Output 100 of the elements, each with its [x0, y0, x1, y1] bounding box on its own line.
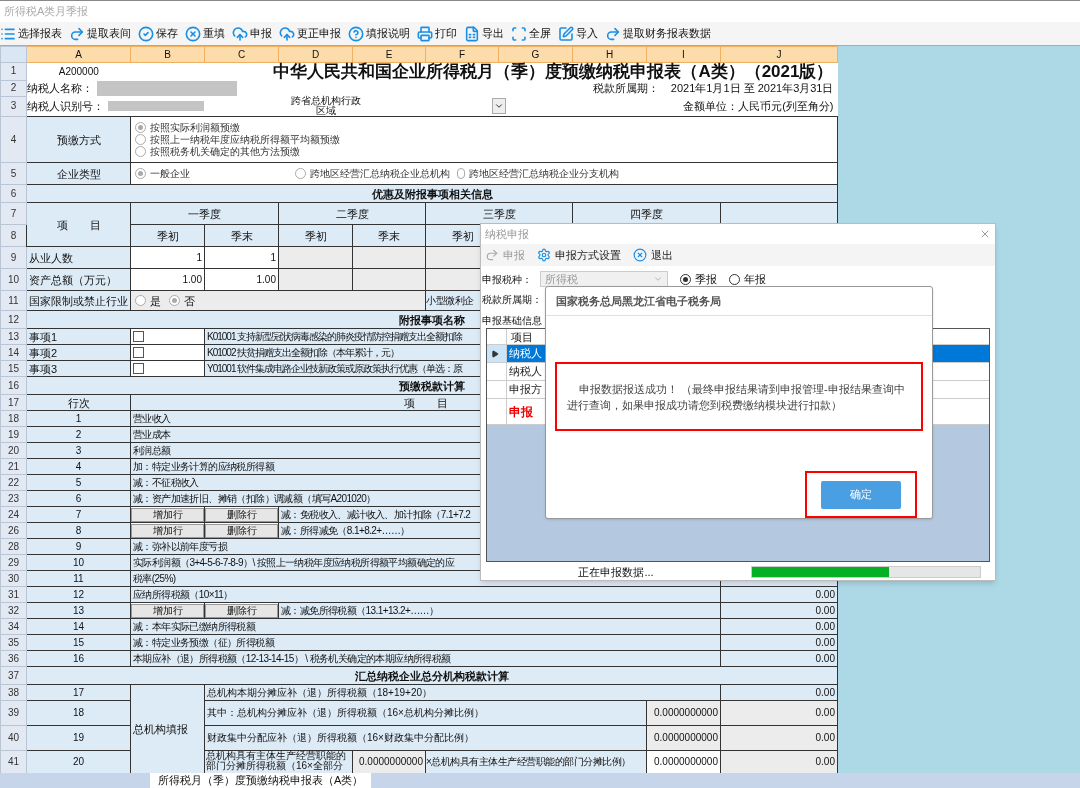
toolbar-button[interactable]: 提取表间 — [69, 25, 131, 42]
toolbar-button[interactable]: 退出 — [633, 246, 673, 264]
radio-button[interactable]: 跨地区经营汇总纳税企业分支机构 — [457, 167, 619, 180]
radio-button[interactable]: 跨地区经营汇总纳税企业总机构 — [295, 167, 457, 180]
toolbar-icon — [464, 25, 480, 42]
toolbar-icon — [605, 25, 621, 42]
row-number: 11 — [0, 290, 27, 311]
row-number: 40 — [0, 725, 27, 751]
toolbar-icon — [558, 25, 574, 42]
checkbox[interactable] — [133, 331, 144, 342]
radio-button[interactable]: 否 — [169, 294, 195, 307]
toolbar-icon — [348, 25, 364, 42]
row-number: 4 — [0, 116, 27, 163]
column-header: 一季度 — [130, 202, 279, 225]
row-number: 5 — [0, 162, 27, 185]
toolbar-button[interactable]: 提取财务报表数据 — [605, 25, 711, 42]
amount-cell: 0.00 — [720, 700, 838, 726]
column-letter: G — [498, 46, 573, 63]
unit-label: 金额单位：人民币元(列至角分) — [683, 100, 835, 112]
row-pointer-icon — [491, 349, 499, 358]
column-letter: J — [720, 46, 838, 63]
form-title: 中华人民共和国企业所得税月（季）度预缴纳税申报表（A类）（2021版） — [130, 62, 838, 80]
row-button[interactable]: 删除行 — [205, 507, 278, 522]
row-label: 预缴方式 — [26, 116, 131, 163]
chevron-down-icon — [653, 274, 663, 284]
period-value: 2021年1月1日 至 2021年3月31日 — [670, 82, 835, 94]
toolbar-icon — [232, 25, 248, 42]
row-button[interactable]: 删除行 — [205, 603, 278, 618]
form-code: A200000 — [26, 62, 131, 80]
toolbar-icon — [511, 25, 527, 42]
column-header: 项目 — [510, 330, 533, 344]
line-item: 财政集中分配应补（退）所得税额（16×财政集中分配比例） — [204, 725, 647, 751]
field-label: 跨省总机构行政区域 — [290, 96, 362, 116]
line-item: ×总机构具有主体生产经营职能的部门分摊比例） — [425, 750, 647, 774]
toolbar-icon — [69, 25, 85, 42]
field-label: 申报税种： — [482, 272, 532, 287]
tab[interactable]: 申报基础信息 — [481, 313, 542, 328]
checkbox[interactable] — [133, 363, 144, 374]
row-number: 10 — [0, 268, 27, 291]
column-header: 四季度 — [572, 202, 721, 225]
toolbar-icon — [185, 25, 201, 42]
row-button[interactable]: 增加行 — [131, 507, 204, 522]
close-circle-icon — [633, 248, 647, 262]
toolbar-icon — [138, 25, 154, 42]
toolbar-icon — [417, 25, 433, 42]
row-number: 41 — [0, 750, 27, 774]
gear-icon — [537, 248, 551, 262]
close-icon[interactable] — [979, 228, 991, 240]
line-item: 其中：总机构分摊应补（退）所得税额（16×总机构分摊比例） — [204, 700, 647, 726]
radio-button[interactable]: 季报 — [680, 270, 717, 288]
toolbar-button[interactable]: 填报说明 — [348, 25, 410, 42]
window-title: 所得税A类月季报 — [4, 4, 89, 20]
row-button[interactable]: 增加行 — [131, 523, 204, 538]
column-header: 二季度 — [278, 202, 426, 225]
column-letter: E — [352, 46, 426, 63]
field-label: 税款所属期： — [482, 292, 542, 307]
toolbar-button[interactable]: 保存 — [138, 25, 178, 42]
column-letter: D — [278, 46, 353, 63]
toolbar-button[interactable]: 选择报表 — [0, 25, 62, 42]
toolbar-button[interactable]: 导出 — [464, 25, 504, 42]
toolbar-button[interactable]: 申报方式设置 — [537, 246, 621, 264]
radio-button[interactable]: 按照实际利润额预缴 — [135, 121, 833, 134]
column-letter: A — [26, 46, 131, 63]
row-number: 39 — [0, 700, 27, 726]
row-number: 9 — [0, 246, 27, 269]
row-number: 8 — [0, 224, 27, 247]
field-label: 纳税人名称： — [27, 82, 93, 94]
checkbox[interactable] — [133, 347, 144, 358]
amount-cell: 0.00 — [720, 725, 838, 751]
line-item: 总机构具有主体生产经营职能的部门分摊所得税额（16×全部分 — [204, 750, 353, 774]
radio-button[interactable]: 一般企业 — [135, 167, 295, 180]
group-label: 总机构填报 — [130, 684, 205, 774]
toolbar-button[interactable]: 重填 — [185, 25, 225, 42]
period-label: 税款所属期： — [592, 82, 659, 94]
row-button[interactable]: 增加行 — [131, 603, 204, 618]
radio-button[interactable]: 按照税务机关确定的其他方法预缴 — [135, 145, 833, 158]
chevron-down-icon — [494, 101, 504, 111]
toolbar-button[interactable]: 申报 — [232, 25, 272, 42]
column-letter: B — [130, 46, 205, 63]
row-number: 3 — [0, 96, 27, 117]
toolbar-button[interactable]: 打印 — [417, 25, 457, 42]
row-number: 7 — [0, 202, 27, 225]
row-button[interactable]: 删除行 — [205, 523, 278, 538]
toolbar-icon — [279, 25, 295, 42]
sheet-tab[interactable]: 所得税月（季）度预缴纳税申报表（A类） — [150, 773, 372, 788]
radio-button[interactable]: 按照上一纳税年度应纳税所得额平均额预缴 — [135, 133, 833, 146]
toolbar-button[interactable]: 更正申报 — [279, 25, 341, 42]
radio-button[interactable]: 年报 — [729, 270, 766, 288]
line-number: 18 — [26, 700, 131, 726]
toolbar-button[interactable]: 导入 — [558, 25, 598, 42]
amount-cell: 0.00 — [720, 750, 838, 774]
column-letter: C — [204, 46, 279, 63]
column-header: 项 目 — [26, 202, 131, 247]
toolbar-button[interactable]: 全屏 — [511, 25, 551, 42]
line-number: 19 — [26, 725, 131, 751]
grid-cell-text: 纳税人 — [508, 346, 542, 362]
column-letter: H — [572, 46, 647, 63]
column-header: 三季度 — [425, 202, 573, 225]
arrow-icon — [485, 248, 499, 262]
radio-button[interactable]: 是 — [135, 294, 161, 307]
